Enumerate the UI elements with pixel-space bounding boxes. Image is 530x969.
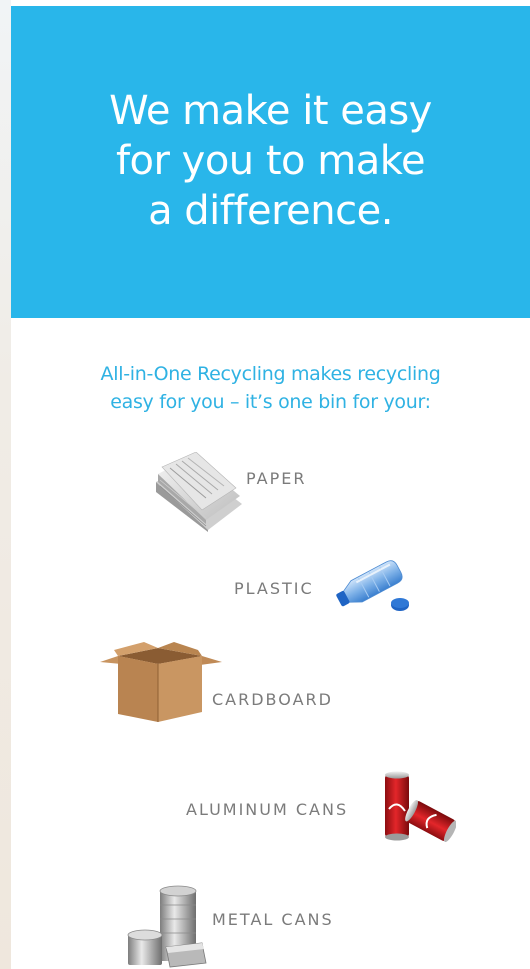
hero-title: We make it easy for you to make a differ…: [11, 86, 530, 236]
hero-title-line: for you to make: [115, 138, 426, 184]
plastic-bottle-icon: [336, 560, 409, 611]
item-label-plastic: PLASTIC: [234, 579, 314, 598]
item-label-cardboard: CARDBOARD: [212, 690, 333, 709]
newspaper-stack-icon: [156, 452, 242, 532]
intro-line: All-in-One Recycling makes recycling: [100, 363, 441, 385]
metal-cans-icon: [127, 885, 207, 968]
soda-cans-icon: [385, 771, 456, 843]
hero-title-line: We make it easy: [109, 88, 432, 134]
intro-line: easy for you – it’s one bin for your:: [110, 391, 431, 413]
page-edge-strip: [0, 0, 11, 969]
item-label-aluminum-cans: ALUMINUM CANS: [186, 800, 349, 819]
item-label-paper: PAPER: [246, 469, 307, 488]
cardboard-box-icon: [100, 642, 222, 722]
hero-title-line: a difference.: [148, 188, 393, 234]
item-label-metal-cans: METAL CANS: [212, 910, 334, 929]
intro-text: All-in-One Recycling makes recycling eas…: [11, 360, 530, 416]
hero-banner: We make it easy for you to make a differ…: [11, 6, 530, 318]
